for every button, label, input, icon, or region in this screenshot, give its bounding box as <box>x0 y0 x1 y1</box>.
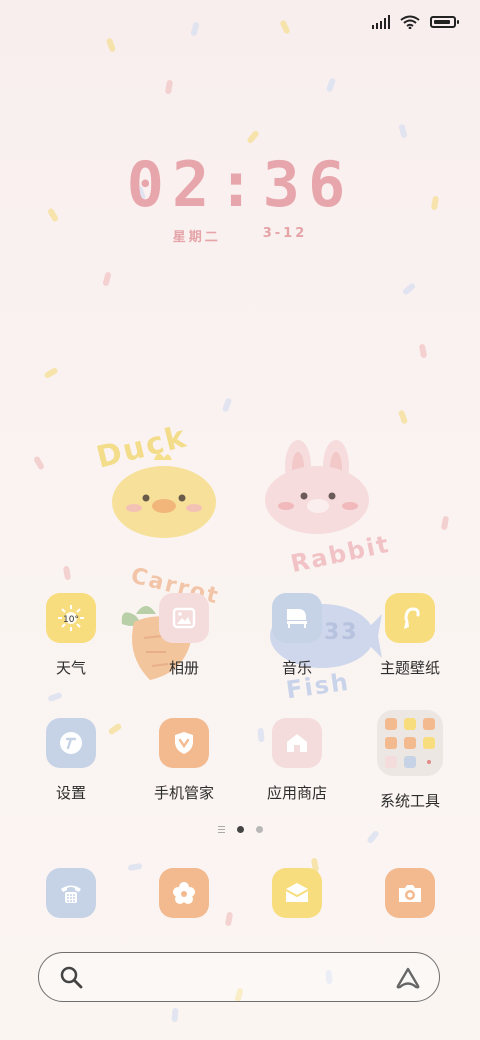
flower-icon <box>173 882 195 904</box>
phone-icon <box>61 885 81 903</box>
date-value: 3-12 <box>262 226 308 241</box>
app-music[interactable]: 音乐 <box>247 593 347 678</box>
confetti-piece <box>62 565 72 581</box>
dock-phone[interactable] <box>46 868 96 918</box>
app-label: 应用商店 <box>266 784 327 802</box>
signal-icon <box>372 15 390 29</box>
page-indicator-menu[interactable] <box>217 826 225 833</box>
confetti-piece <box>279 19 291 35</box>
page-dot[interactable] <box>255 826 263 833</box>
app-phone-manager[interactable]: 手机管家 <box>134 718 234 803</box>
folder-grid <box>385 718 435 768</box>
clock-time[interactable]: 02:36 <box>0 148 480 221</box>
folder-icon[interactable] <box>377 710 443 776</box>
confetti-piece <box>102 271 112 287</box>
confetti-piece <box>47 691 63 703</box>
app-store[interactable]: 应用商店 <box>247 718 347 803</box>
rabbit-illustration <box>265 440 369 534</box>
app-label: 手机管家 <box>153 784 214 802</box>
shield-icon[interactable] <box>159 718 209 768</box>
camera-icon <box>399 885 421 902</box>
gallery-icon[interactable] <box>159 593 209 643</box>
confetti-piece <box>221 397 233 413</box>
confetti-piece <box>190 21 200 37</box>
page-indicator[interactable] <box>0 826 480 833</box>
app-system-tools[interactable]: 系统工具 <box>360 710 460 811</box>
app-settings[interactable]: 设置 <box>21 718 121 803</box>
confetti-piece <box>127 862 143 872</box>
dock-messages[interactable] <box>272 868 322 918</box>
confetti-piece <box>401 282 417 296</box>
app-weather[interactable]: 10° 天气 <box>21 593 121 678</box>
clock-date[interactable]: 星期二 3-12 <box>0 226 480 245</box>
app-label: 音乐 <box>281 659 312 677</box>
confetti-piece <box>397 409 409 425</box>
confetti-piece <box>440 515 450 531</box>
store-icon[interactable] <box>272 718 322 768</box>
app-gallery[interactable]: 相册 <box>134 593 234 678</box>
weekday: 星期二 <box>172 230 221 245</box>
app-label: 系统工具 <box>379 792 440 810</box>
theme-brush-icon[interactable] <box>385 593 435 643</box>
confetti-piece <box>171 1007 179 1023</box>
battery-icon <box>430 16 459 28</box>
confetti-piece <box>32 455 46 471</box>
search-bar[interactable] <box>38 952 440 1002</box>
app-label: 相册 <box>168 659 199 677</box>
dock-flower[interactable] <box>159 868 209 918</box>
settings-icon[interactable] <box>46 718 96 768</box>
confetti-piece <box>43 366 59 380</box>
app-themes[interactable]: 主题壁纸 <box>360 593 460 678</box>
app-label: 主题壁纸 <box>379 659 440 677</box>
confetti-piece <box>164 79 174 95</box>
duck-illustration <box>112 453 216 538</box>
rabbit-doodle-text: Rabbit <box>288 529 393 579</box>
confetti-piece <box>325 77 337 93</box>
app-label: 设置 <box>55 784 86 802</box>
app-label: 天气 <box>55 659 86 677</box>
page-dot-current[interactable] <box>236 826 244 833</box>
confetti-piece <box>418 343 428 359</box>
dock-camera[interactable] <box>385 868 435 918</box>
confetti-piece <box>105 37 117 53</box>
weather-temp: 10° <box>63 615 79 625</box>
wifi-icon <box>400 15 420 29</box>
confetti-piece <box>246 129 260 145</box>
search-icon[interactable] <box>59 965 83 989</box>
weather-icon[interactable]: 10° <box>46 593 96 643</box>
assistant-icon[interactable] <box>395 966 421 990</box>
piano-icon[interactable] <box>272 593 322 643</box>
status-bar <box>372 10 459 34</box>
confetti-piece <box>398 123 408 139</box>
message-icon <box>285 883 309 902</box>
confetti-piece <box>224 911 234 927</box>
